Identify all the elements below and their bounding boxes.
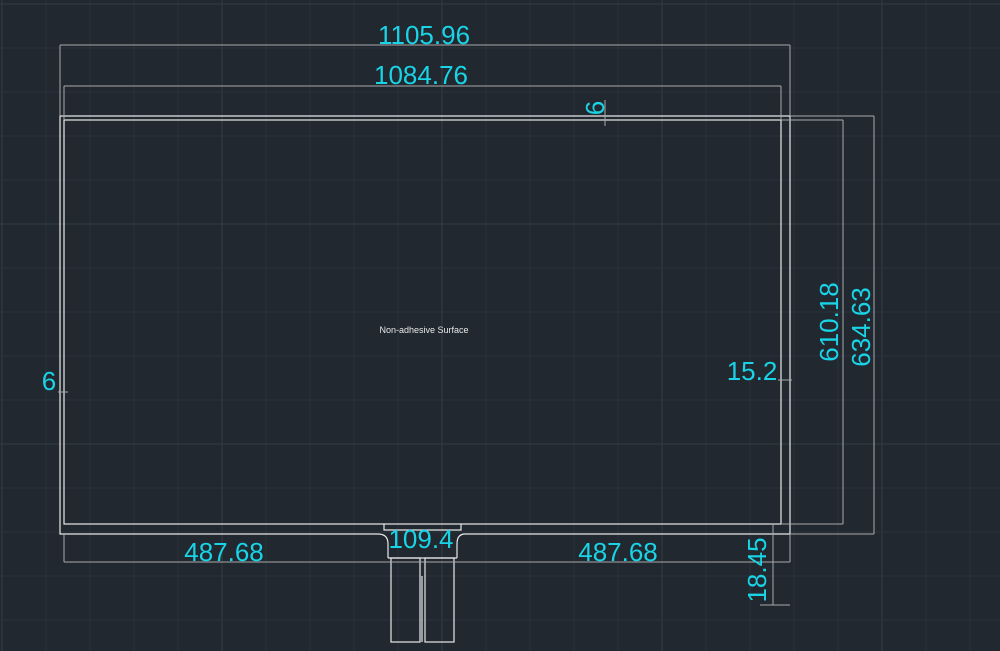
dim-overall-height-label: 634.63 <box>846 287 876 367</box>
outer-panel-outline <box>59 115 791 558</box>
dim-bottom-right-width-label: 487.68 <box>578 537 658 567</box>
cad-drawing: 1105.96 1084.76 6 6 15.2 610.18 634.63 4… <box>0 0 1000 651</box>
dim-left-margin-label: 6 <box>42 366 56 396</box>
dim-overall-width-label: 1105.96 <box>378 20 470 50</box>
panel-outline <box>59 115 791 558</box>
flex-tail-right-lead <box>424 557 455 643</box>
dimension-labels: 1105.96 1084.76 6 6 15.2 610.18 634.63 4… <box>42 20 876 603</box>
cad-drawing-canvas: 1105.96 1084.76 6 6 15.2 610.18 634.63 4… <box>0 0 1000 651</box>
surface-label: Non-adhesive Surface <box>379 325 468 335</box>
dim-inner-height-label: 610.18 <box>814 282 844 362</box>
inner-surface-outline <box>63 119 782 525</box>
dim-inner-width-label: 1084.76 <box>374 60 468 90</box>
dim-top-margin-label: 6 <box>580 101 610 115</box>
dim-bottom-margin-label: 18.45 <box>742 537 772 602</box>
dim-tail-width-label: 109.4 <box>388 524 453 554</box>
flex-tail-left-lead <box>390 557 421 643</box>
dim-right-margin-label: 15.2 <box>727 356 778 386</box>
dim-bottom-left-width-label: 487.68 <box>184 537 264 567</box>
